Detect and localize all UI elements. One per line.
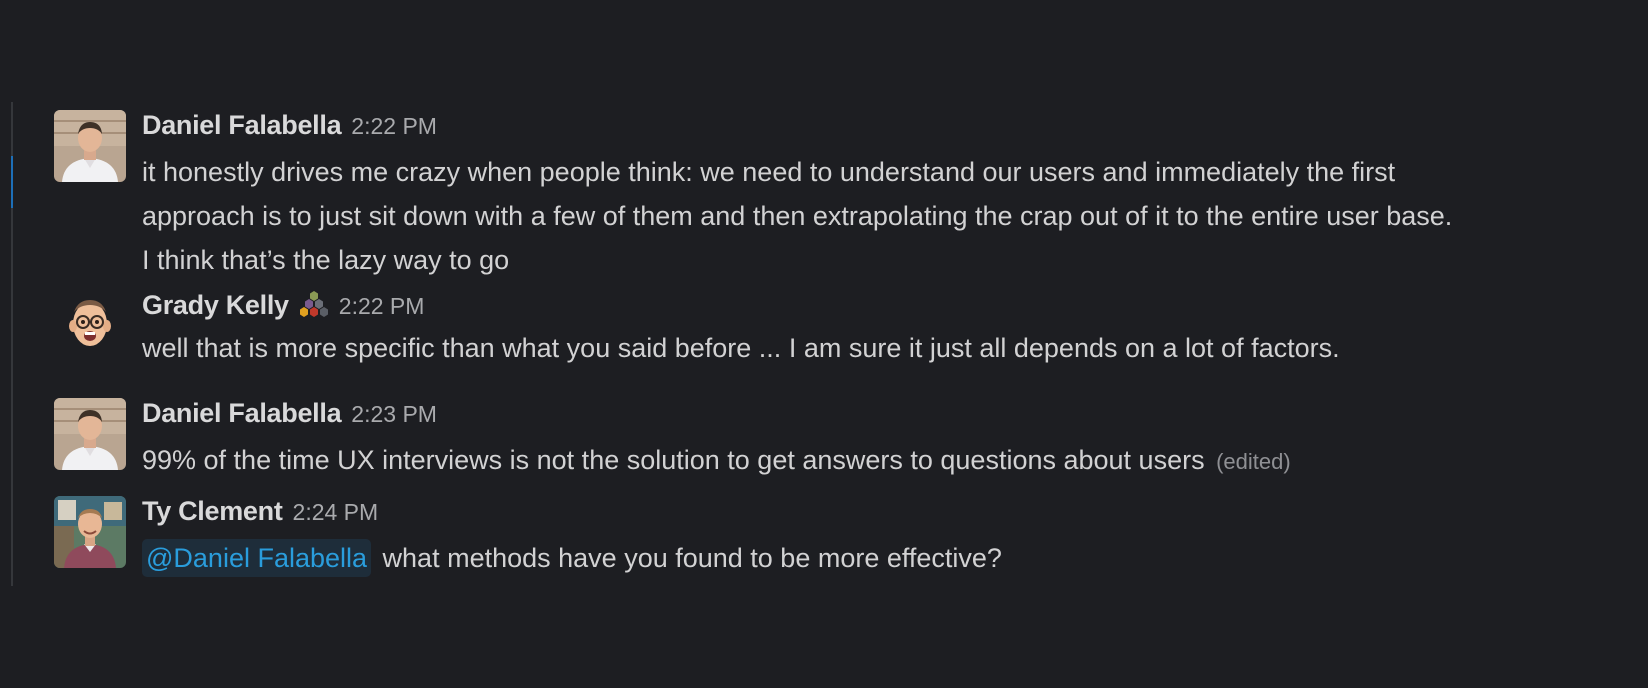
message-header: Daniel Falabella 2:23 PM [142,398,437,436]
message-item[interactable]: Daniel Falabella 2:22 PM it honestly dri… [54,110,1614,275]
timestamp[interactable]: 2:24 PM [293,499,379,526]
message-body: @Daniel Falabella what methods have you … [142,536,1648,580]
message-text-line: it honestly drives me crazy when people … [142,157,1396,187]
author-name[interactable]: Daniel Falabella [142,398,342,429]
message-item[interactable]: Ty Clement 2:24 PM @Daniel Falabella wha… [54,496,1614,577]
hexagon-cluster-icon[interactable] [299,290,329,318]
avatar[interactable] [54,496,126,568]
timestamp[interactable]: 2:23 PM [351,401,437,428]
edited-label: (edited) [1216,449,1291,474]
timestamp[interactable]: 2:22 PM [339,293,425,320]
author-name[interactable]: Grady Kelly [142,290,289,321]
memoji-avatar-image [69,300,111,346]
author-name[interactable]: Daniel Falabella [142,110,342,141]
message-text: 99% of the time UX interviews is not the… [142,445,1205,475]
message-item[interactable]: Grady Kelly 2:22 PM well that is more sp… [54,286,1614,366]
message-item[interactable]: Daniel Falabella 2:23 PM 99% of the time… [54,398,1614,478]
message-text: what methods have you found to be more e… [382,543,1002,573]
message-body: well that is more specific than what you… [142,326,1648,370]
message-text-line: I think that’s the lazy way to go [142,245,510,275]
message-thread: Daniel Falabella 2:22 PM it honestly dri… [0,0,1648,688]
daniel-avatar-image [54,398,126,470]
timestamp[interactable]: 2:22 PM [351,113,437,140]
message-header: Ty Clement 2:24 PM [142,496,378,534]
message-header: Daniel Falabella 2:22 PM [142,110,437,148]
avatar[interactable] [62,290,118,354]
message-header: Grady Kelly 2:22 PM [142,286,424,324]
message-text-line: approach is to just sit down with a few … [142,201,1453,231]
user-mention[interactable]: @Daniel Falabella [142,539,372,577]
daniel-avatar-image [54,110,126,182]
message-body: it honestly drives me crazy when people … [142,150,1648,282]
avatar[interactable] [54,398,126,470]
avatar[interactable] [54,110,126,182]
message-text-line: well that is more specific than what you… [142,333,1340,363]
message-body: 99% of the time UX interviews is not the… [142,438,1648,484]
ty-avatar-image [54,496,126,568]
thread-line-highlight [11,156,13,208]
author-name[interactable]: Ty Clement [142,496,283,527]
